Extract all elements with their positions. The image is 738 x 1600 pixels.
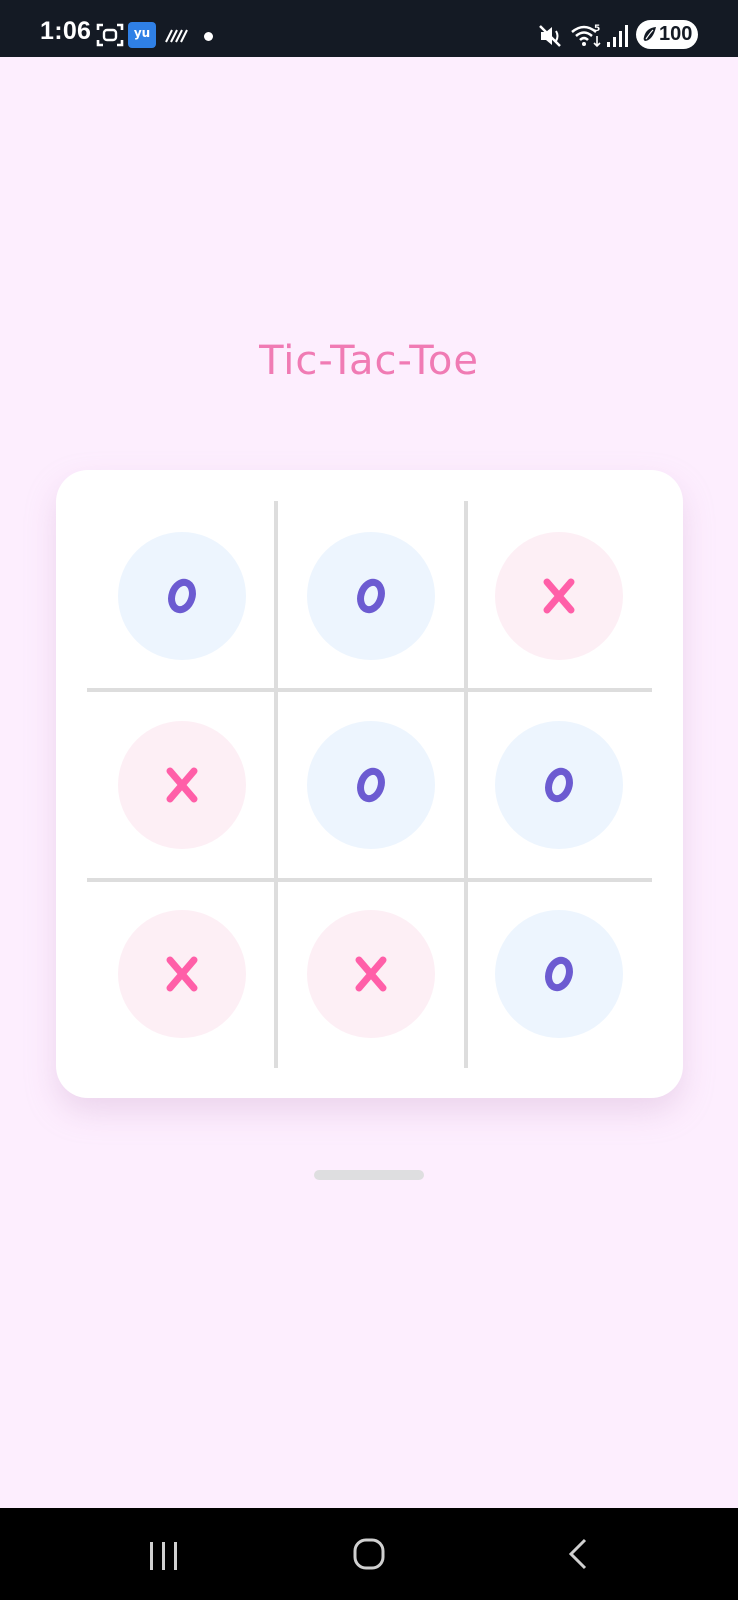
- wifi-icon: 5: [570, 22, 604, 48]
- x-mark-icon: [166, 767, 197, 803]
- o-mark-icon: [356, 767, 385, 803]
- status-time: 1:06: [40, 17, 92, 45]
- board-cell-r3-c1[interactable]: [87, 880, 276, 1068]
- board-cell-r2-c1[interactable]: [87, 690, 276, 880]
- o-mark-icon: [544, 767, 573, 803]
- o-mark: [117, 531, 246, 660]
- mute-icon: [538, 24, 564, 48]
- o-mark: [494, 721, 623, 849]
- home-icon[interactable]: [352, 1537, 386, 1571]
- board-cell-r2-c2[interactable]: [276, 690, 465, 880]
- screenshot-icon: [96, 22, 124, 48]
- recents-icon[interactable]: [146, 1540, 182, 1572]
- x-mark: [117, 910, 246, 1038]
- battery-indicator: 100: [636, 20, 698, 49]
- x-mark: [117, 721, 246, 849]
- x-mark: [306, 910, 435, 1038]
- board-cell-r1-c3[interactable]: [465, 501, 652, 690]
- status-bar: 1:06 yu 5 100: [0, 0, 738, 57]
- o-mark-icon: [167, 578, 196, 613]
- o-mark: [306, 531, 435, 660]
- board-cell-r3-c2[interactable]: [276, 880, 465, 1068]
- battery-icon: [641, 25, 659, 43]
- battery-level: 100: [659, 23, 693, 45]
- x-mark: [494, 531, 623, 660]
- board-cell-r1-c2[interactable]: [276, 501, 465, 690]
- signal-icon: [606, 24, 628, 48]
- o-mark-icon: [544, 956, 573, 992]
- o-mark-icon: [356, 578, 385, 613]
- o-mark: [306, 721, 435, 849]
- back-icon[interactable]: [565, 1537, 591, 1571]
- x-mark-icon: [355, 956, 386, 992]
- board-cell-r1-c1[interactable]: [87, 501, 276, 690]
- notification-dot: [204, 32, 213, 41]
- board-cell-r2-c3[interactable]: [465, 690, 652, 880]
- app-icon: yu: [128, 22, 156, 48]
- o-mark: [494, 910, 623, 1038]
- svg-text:5: 5: [594, 24, 600, 34]
- board-grid: [87, 501, 652, 1068]
- drag-handle[interactable]: [314, 1170, 424, 1180]
- hatch-icon: [164, 26, 188, 44]
- board-cell-r3-c3[interactable]: [465, 880, 652, 1068]
- x-mark-icon: [166, 956, 197, 992]
- x-mark-icon: [543, 578, 574, 613]
- game-title: Tic-Tac-Toe: [259, 338, 479, 384]
- game-board: [56, 470, 683, 1098]
